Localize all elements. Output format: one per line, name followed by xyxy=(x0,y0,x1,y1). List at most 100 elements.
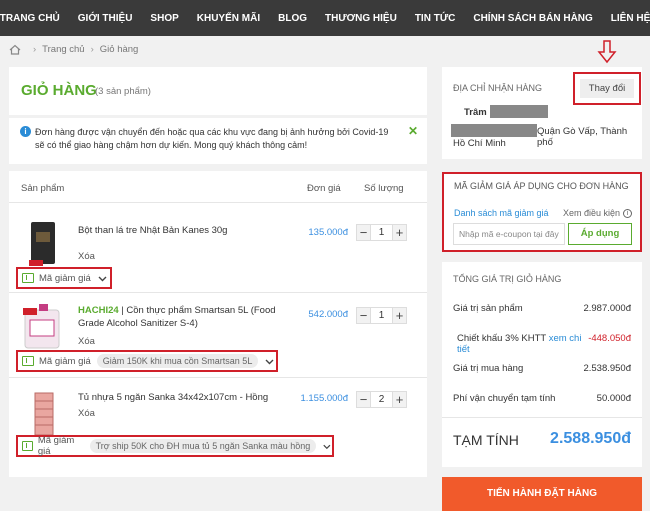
notice-text: Đơn hàng được vận chuyển đến hoặc qua cá… xyxy=(35,127,389,150)
breadcrumb-home[interactable]: Trang chủ xyxy=(42,44,84,55)
quantity-stepper: − 2 + xyxy=(356,391,407,408)
nav-blog[interactable]: BLOG xyxy=(269,13,316,24)
nav-home[interactable]: TRANG CHỦ xyxy=(0,13,69,24)
shipping-label: Phí vận chuyển tạm tính xyxy=(453,393,556,404)
unit-price: 1.155.000đ xyxy=(300,393,348,404)
shipping-address: ĐỊA CHỈ NHẬN HÀNG Thay đổi Trâm Quận Gò … xyxy=(442,67,642,159)
breadcrumb: › Trang chủ › Giỏ hàng xyxy=(9,44,138,55)
ticket-icon xyxy=(22,441,33,451)
unit-price: 135.000đ xyxy=(308,227,348,238)
quantity-stepper: − 1 + xyxy=(356,307,407,324)
product-name[interactable]: HACHI24 | Cồn thực phẩm Smartsan 5L (Foo… xyxy=(78,304,288,330)
quantity-input[interactable]: 1 xyxy=(371,224,392,241)
address-district: Quận Gò Vấp, Thành phố xyxy=(537,126,628,148)
nav-promotions[interactable]: KHUYẾN MÃI xyxy=(188,13,269,24)
column-header-quantity: Số lượng xyxy=(364,183,404,194)
chevron-down-icon xyxy=(265,359,274,364)
page-title: GIỎ HÀNG xyxy=(21,82,97,99)
purchase-label: Giá trị mua hàng xyxy=(453,363,524,374)
column-header-price: Đơn giá xyxy=(307,183,341,194)
purchase-value: 2.538.950đ xyxy=(583,363,631,374)
coupon-label: Mã giảm giá xyxy=(37,435,75,457)
coupon-tag: Trợ ship 50K cho ĐH mua tủ 5 ngăn Sanka … xyxy=(89,439,317,453)
increase-button[interactable]: + xyxy=(392,307,407,324)
conditions-label: Xem điều kiện xyxy=(562,208,620,218)
coupon-tag: Giảm 150K khi mua cồn Smartsan 5L xyxy=(96,354,259,368)
remove-link[interactable]: Xóa xyxy=(78,251,95,262)
quantity-input[interactable]: 2 xyxy=(371,391,392,408)
divider xyxy=(442,417,642,418)
quantity-input[interactable]: 1 xyxy=(371,307,392,324)
total-value: 2.588.950đ xyxy=(550,430,631,447)
chevron-right-icon: › xyxy=(90,44,94,55)
redacted-phone xyxy=(490,105,548,118)
shipping-row: Phí vận chuyển tạm tính 50.000đ xyxy=(453,393,631,404)
chevron-down-icon xyxy=(323,444,331,449)
nav-about[interactable]: GIỚI THIỆU xyxy=(69,13,142,24)
coupon-list-link[interactable]: Danh sách mã giảm giá xyxy=(454,208,549,218)
apply-button[interactable]: Áp dụng xyxy=(568,223,632,245)
change-address-button[interactable]: Thay đổi xyxy=(580,79,634,98)
product-image-smartsan xyxy=(23,304,60,349)
coupon-conditions[interactable]: Xem điều kiện i xyxy=(563,208,632,218)
order-summary: TỔNG GIÁ TRỊ GIỎ HÀNG Giá trị sản phẩm 2… xyxy=(442,262,642,467)
top-nav: TRANG CHỦ GIỚI THIỆU SHOP KHUYẾN MÃI BLO… xyxy=(0,0,650,36)
increase-button[interactable]: + xyxy=(392,391,407,408)
product-list: Sản phẩm Đơn giá Số lượng Bột than lá tr… xyxy=(9,171,427,477)
recipient-name: Trâm xyxy=(464,107,487,118)
column-header-product: Sản phẩm xyxy=(21,183,65,194)
divider xyxy=(9,202,427,203)
discount-label: Chiết khấu 3% KHTT xyxy=(457,333,547,344)
nav-news[interactable]: TIN TỨC xyxy=(406,13,465,24)
coupon-dropdown[interactable]: Mã giảm giá Giảm 150K khi mua cồn Smarts… xyxy=(16,350,278,372)
arrow-down-icon xyxy=(597,40,617,64)
subtotal-row: Giá trị sản phẩm 2.987.000đ xyxy=(453,303,631,314)
cart-header: GIỎ HÀNG (3 sản phẩm) xyxy=(9,67,427,115)
order-coupon-box: MÃ GIẢM GIÁ ÁP DỤNG CHO ĐƠN HÀNG Danh sá… xyxy=(442,172,642,252)
ticket-icon xyxy=(22,356,34,366)
address-city: Hồ Chí Minh xyxy=(453,138,506,149)
decrease-button[interactable]: − xyxy=(356,391,371,408)
coupon-dropdown[interactable]: Mã giảm giá Trợ ship 50K cho ĐH mua tủ 5… xyxy=(16,435,334,457)
info-icon: i xyxy=(623,208,632,218)
divider xyxy=(9,292,427,293)
discount-row: Chiết khấu 3% KHTT xem chi tiết -448.050… xyxy=(457,333,631,355)
nav-contact[interactable]: LIÊN HỆ xyxy=(602,13,650,24)
decrease-button[interactable]: − xyxy=(356,224,371,241)
divider xyxy=(9,377,427,378)
ticket-icon xyxy=(22,273,34,283)
subtotal-label: Giá trị sản phẩm xyxy=(453,303,523,314)
product-image-sanka xyxy=(34,392,54,436)
total-label: TẠM TÍNH xyxy=(453,432,519,448)
purchase-row: Giá trị mua hàng 2.538.950đ xyxy=(453,363,631,374)
product-name[interactable]: Bột than lá tre Nhật Bản Kanes 30g xyxy=(78,224,296,237)
home-icon[interactable] xyxy=(9,44,21,55)
checkout-button[interactable]: TIẾN HÀNH ĐẶT HÀNG xyxy=(442,477,642,511)
increase-button[interactable]: + xyxy=(392,224,407,241)
breadcrumb-current: Giỏ hàng xyxy=(99,44,139,55)
coupon-input[interactable]: Nhập mã e-coupon tại đây xyxy=(453,223,565,245)
decrease-button[interactable]: − xyxy=(356,307,371,324)
brand-logo: HACHI24 xyxy=(78,305,119,316)
coupon-label: Mã giảm giá xyxy=(39,272,91,284)
remove-link[interactable]: Xóa xyxy=(78,336,95,347)
nav-brands[interactable]: THƯƠNG HIỆU xyxy=(316,13,406,24)
shipping-value: 50.000đ xyxy=(596,393,631,404)
nav-sales-policy[interactable]: CHÍNH SÁCH BÁN HÀNG xyxy=(464,13,601,24)
discount-value: -448.050đ xyxy=(588,333,631,344)
quantity-stepper: − 1 + xyxy=(356,224,407,241)
close-icon[interactable]: ✕ xyxy=(408,124,418,138)
cart-count: (3 sản phẩm) xyxy=(95,86,151,97)
coupon-title: MÃ GIẢM GIÁ ÁP DỤNG CHO ĐƠN HÀNG xyxy=(454,181,629,191)
product-image-kanes xyxy=(29,222,55,266)
change-address-highlight: Thay đổi xyxy=(573,72,641,105)
chevron-down-icon xyxy=(98,276,107,281)
nav-shop[interactable]: SHOP xyxy=(141,13,187,24)
coupon-label: Mã giảm giá xyxy=(39,355,91,367)
coupon-dropdown[interactable]: Mã giảm giá xyxy=(16,267,112,289)
product-name[interactable]: Tủ nhựa 5 ngăn Sanka 34x42x107cm - Hồng xyxy=(78,391,296,404)
unit-price: 542.000đ xyxy=(308,309,348,320)
chevron-right-icon: › xyxy=(33,44,37,55)
remove-link[interactable]: Xóa xyxy=(78,408,95,419)
summary-title: TỔNG GIÁ TRỊ GIỎ HÀNG xyxy=(453,274,562,284)
